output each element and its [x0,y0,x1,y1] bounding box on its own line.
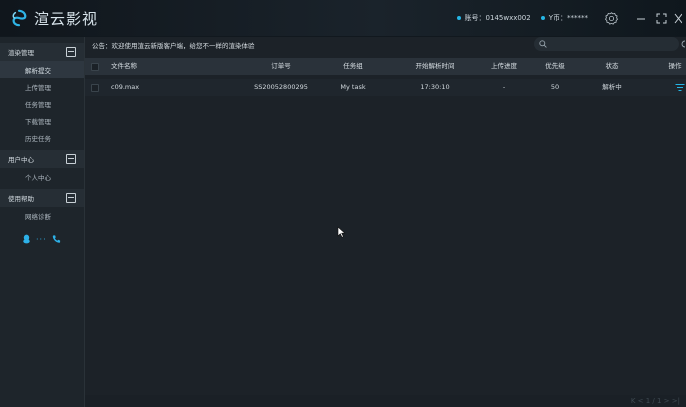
cell-priority: 50 [550,83,560,91]
balance-info: Y币： ****** [540,13,588,23]
balance-label: Y币： [548,14,567,22]
column-header-actions: 操作 [668,62,682,70]
cell-start-time: 17:30:10 [420,83,450,91]
filter-icon[interactable] [675,83,685,92]
app-brand: 渲云影视 [10,8,98,28]
maximize-button[interactable] [654,11,668,25]
title-bar: 渲云影视 账号： 0145wxx002 Y币： ****** [0,0,686,37]
search-box[interactable] [534,37,679,51]
sidebar-section-label: 使用帮助 [8,195,34,203]
sidebar-item-label: 任务管理 [25,100,51,109]
sidebar-item-label: 上传管理 [25,83,51,92]
sidebar-item-label: 解析提交 [25,66,51,75]
app-logo-icon [12,9,27,27]
sidebar-item-network-diagnosis[interactable]: 网络诊断 [0,207,84,224]
search-input[interactable] [550,37,670,51]
collapse-icon[interactable] [66,47,76,57]
sidebar-item-label: 下载管理 [25,117,51,126]
sidebar-item-profile[interactable]: 个人中心 [0,168,84,185]
mouse-cursor-icon [337,226,346,238]
table-row[interactable]: c09.max SS20052800295 My task 17:30:10 -… [85,79,686,96]
column-header-order-no[interactable]: 订单号 [271,58,291,75]
cell-order-no: SS20052800295 [254,83,308,91]
pagination[interactable]: K < 1 / 1 > >| [631,396,680,406]
settings-button[interactable] [604,11,618,25]
column-header-task-group[interactable]: 任务组 [343,58,363,75]
select-all-checkbox[interactable] [91,63,99,71]
sidebar-item-label: 历史任务 [25,134,51,143]
search-icon [539,40,547,48]
account-value: 0145wxx002 [485,14,531,22]
sidebar-item-parse-submit[interactable]: 解析提交 [0,61,84,78]
window-controls [634,11,682,25]
column-header-start-time[interactable]: 开始解析时间 [416,58,455,75]
table-header: 文件名称 订单号 任务组 开始解析时间 上传进度 优先级 状态 操作 [85,58,686,75]
balance-dot-icon [540,16,545,20]
collapse-icon[interactable] [66,154,76,164]
sidebar-item-tasks[interactable]: 任务管理 [0,95,84,112]
row-checkbox[interactable] [91,84,99,92]
sidebar-section-label: 渲染管理 [8,49,34,57]
sidebar-item-upload[interactable]: 上传管理 [0,78,84,95]
account-dot-icon [456,16,461,20]
sidebar-item-label: 网络诊断 [25,212,51,221]
cell-file-name: c09.max [111,83,140,91]
close-icon [674,13,682,23]
close-button[interactable] [674,11,682,25]
column-header-status[interactable]: 状态 [606,58,619,75]
column-header-upload-progress[interactable]: 上传进度 [491,58,517,75]
balance-value: ****** [567,14,588,22]
contact-row: ··· [0,234,84,244]
cell-upload-progress: - [502,83,506,91]
sidebar-item-download[interactable]: 下载管理 [0,112,84,129]
account-info: 账号： 0145wxx002 [456,13,531,23]
gear-icon [604,11,618,25]
footer-bar: K < 1 / 1 > >| [85,395,686,407]
collapse-icon[interactable] [66,193,76,203]
top-right-group: 账号： 0145wxx002 Y币： ****** [456,10,686,26]
announcement: 公告：欢迎使用渲云新版客户端，给您不一样的渲染体验 [92,42,255,50]
cell-task-group: My task [340,83,366,91]
cell-status: 解析中 [602,83,622,91]
fullscreen-icon [656,13,666,23]
minimize-button[interactable] [634,11,648,25]
sidebar-section-render[interactable]: 渲染管理 [0,43,84,61]
task-table: 文件名称 订单号 任务组 开始解析时间 上传进度 优先级 状态 操作 c09.m… [85,55,686,395]
sidebar: 渲染管理 解析提交 上传管理 任务管理 下载管理 历史任务 用户中心 个人中心 … [0,37,85,407]
qq-icon[interactable] [22,234,31,244]
column-header-priority[interactable]: 优先级 [545,58,565,75]
column-header-file-name[interactable]: 文件名称 [111,58,137,75]
minimize-icon [637,18,645,20]
sidebar-section-help[interactable]: 使用帮助 [0,189,84,207]
more-dots[interactable]: ··· [36,235,47,244]
phone-icon[interactable] [52,234,61,244]
sidebar-section-user[interactable]: 用户中心 [0,150,84,168]
search-end-icon[interactable] [680,40,686,48]
sidebar-section-label: 用户中心 [8,156,34,164]
sidebar-item-history[interactable]: 历史任务 [0,129,84,146]
account-label: 账号： [464,14,486,22]
app-name: 渲云影视 [34,9,99,28]
pagination-text: K < 1 / 1 > >| [630,397,680,405]
sidebar-item-label: 个人中心 [25,173,51,182]
